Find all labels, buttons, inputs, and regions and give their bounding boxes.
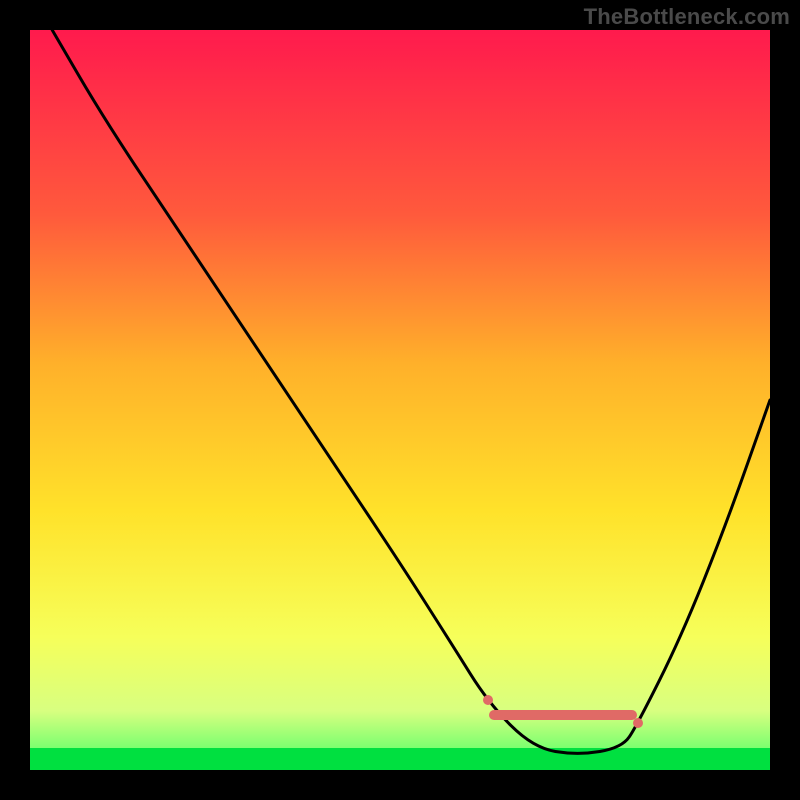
plot-area [30,30,770,770]
chart-frame: TheBottleneck.com [0,0,800,800]
valley-highlight [30,30,770,770]
watermark-text: TheBottleneck.com [584,4,790,30]
valley-dot-right [633,718,643,728]
valley-bar [489,710,637,720]
valley-dot-left [483,695,493,705]
